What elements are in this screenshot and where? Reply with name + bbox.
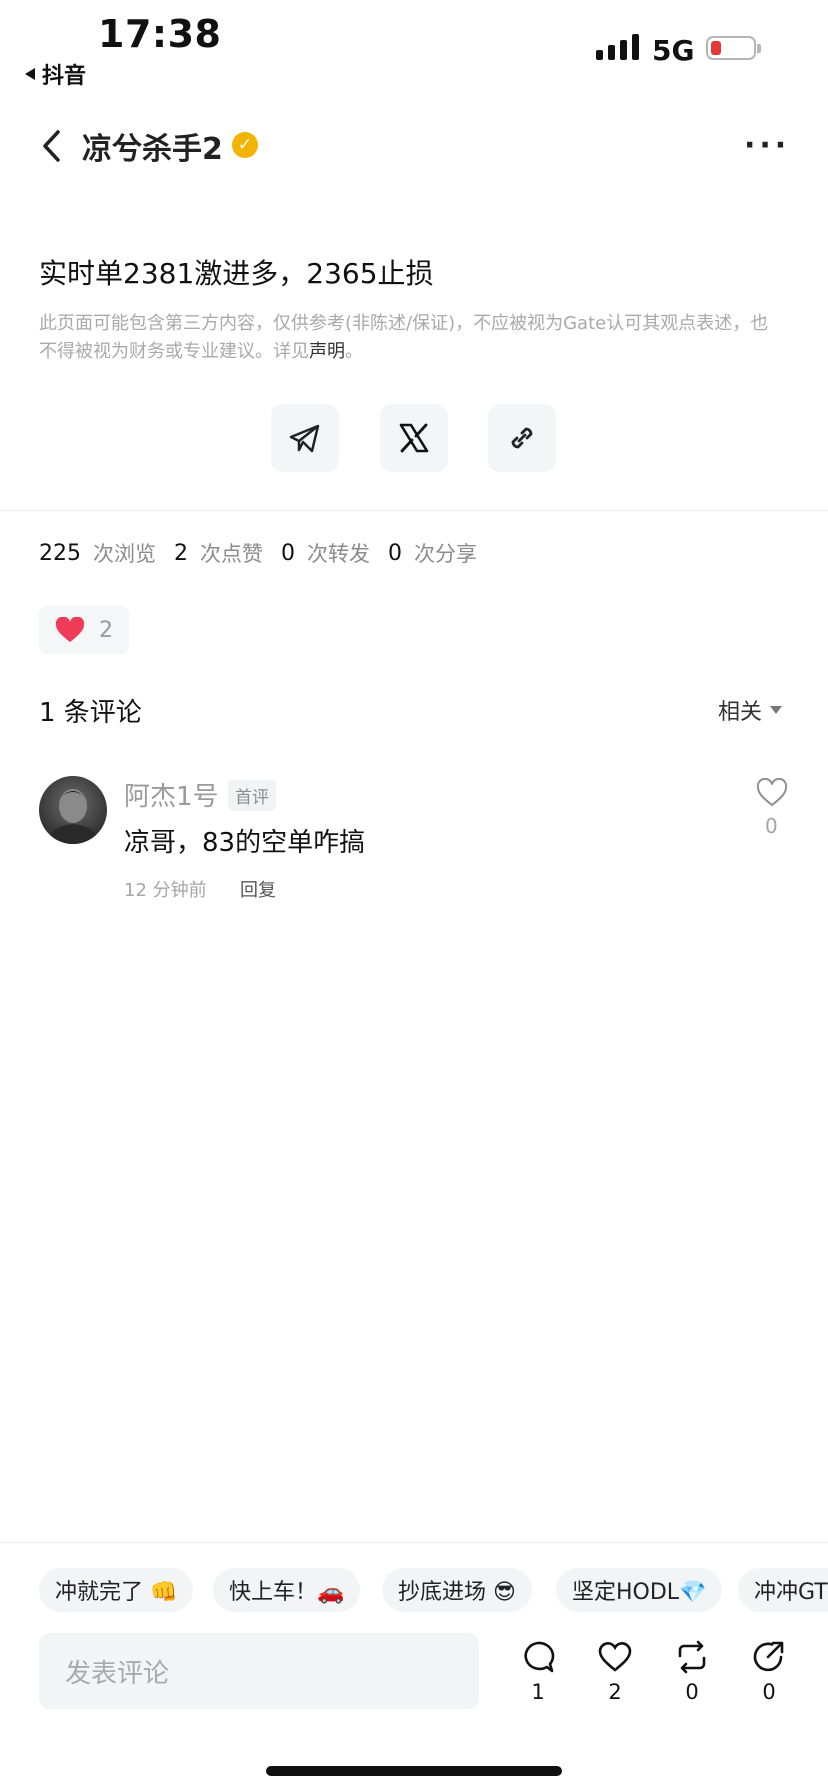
back-button[interactable] — [38, 126, 68, 166]
avatar-image — [47, 789, 99, 844]
repost-action-button[interactable]: 0 — [670, 1640, 714, 1704]
telegram-icon — [289, 424, 320, 453]
quick-reply-chip[interactable]: 冲就完了 👊 — [39, 1568, 194, 1612]
disclaimer-link[interactable]: 声明 — [309, 341, 345, 362]
views-label: 次浏览 — [93, 542, 156, 566]
verified-badge-icon: ✓ — [232, 132, 258, 158]
share-action-button[interactable]: 0 — [747, 1640, 791, 1704]
reposts-label: 次转发 — [307, 542, 370, 566]
comment-username[interactable]: 阿杰1号 — [124, 776, 219, 813]
caret-down-icon — [770, 706, 783, 714]
signal-icon — [596, 34, 639, 60]
comment-like-count: 0 — [765, 814, 778, 838]
reaction-pill[interactable]: 2 — [39, 606, 129, 654]
quick-reply-chip[interactable]: 坚定HODL💎 — [556, 1568, 723, 1612]
disclaimer-text: 此页面可能包含第三方内容，仅供参考(非陈述/保证)，不应被视为Gate认可其观点… — [39, 313, 769, 362]
reposts-count: 0 — [281, 540, 295, 566]
repost-action-count: 0 — [685, 1680, 699, 1704]
heart-outline-icon — [756, 777, 788, 807]
chevron-left-icon — [43, 130, 60, 162]
likes-count: 2 — [174, 540, 188, 566]
share-telegram-button[interactable] — [271, 404, 339, 472]
bottom-divider — [0, 1542, 828, 1543]
views-count: 225 — [39, 540, 81, 566]
quick-reply-chip[interactable]: 快上车！🚗 — [213, 1568, 361, 1612]
battery-icon — [706, 36, 761, 60]
more-dots-icon: ··· — [744, 128, 791, 163]
comment-text: 凉哥，83的空单咋搞 — [124, 828, 366, 858]
share-x-button[interactable] — [380, 404, 448, 472]
disclaimer: 此页面可能包含第三方内容，仅供参考(非陈述/保证)，不应被视为Gate认可其观点… — [39, 310, 779, 366]
comment-action-button[interactable]: 1 — [516, 1640, 560, 1704]
quick-reply-chip[interactable]: 冲冲GT — [738, 1568, 828, 1612]
quick-reply-chip[interactable]: 抄底进场 😎 — [382, 1568, 532, 1612]
reaction-count: 2 — [99, 617, 113, 643]
share-action-count: 0 — [762, 1680, 776, 1704]
repost-icon — [678, 1640, 706, 1674]
post-text: 实时单2381激进多，2365止损 — [39, 257, 434, 290]
link-icon — [511, 427, 533, 449]
first-comment-badge: 首评 — [228, 780, 276, 811]
more-button[interactable]: ··· — [744, 128, 790, 163]
sort-label: 相关 — [718, 700, 763, 725]
sort-dropdown[interactable]: 相关 — [718, 694, 783, 726]
comment-action-count: 1 — [531, 1680, 545, 1704]
comment-count-label: 1 条评论 — [39, 698, 142, 728]
shares-count: 0 — [388, 540, 402, 566]
shares-label: 次分享 — [414, 542, 477, 566]
share-icon — [753, 1641, 784, 1672]
x-icon — [399, 423, 429, 453]
home-indicator — [266, 1766, 562, 1776]
comment-bubble-icon — [524, 1641, 555, 1673]
back-to-app-button[interactable]: 抖音 — [24, 58, 86, 90]
like-action-button[interactable]: 2 — [593, 1640, 637, 1704]
like-action-count: 2 — [608, 1680, 622, 1704]
divider — [0, 510, 828, 511]
disclaimer-end: 。 — [345, 341, 363, 362]
back-triangle-icon — [24, 62, 36, 87]
heart-filled-icon — [55, 617, 85, 642]
status-time: 17:38 — [98, 12, 222, 56]
back-app-label: 抖音 — [42, 64, 87, 89]
comment-input[interactable]: 发表评论 — [39, 1633, 479, 1709]
heart-outline-icon — [598, 1642, 632, 1672]
author-name[interactable]: 凉兮杀手2 — [82, 124, 223, 168]
post-stats: 225 次浏览 2 次点赞 0 次转发 0 次分享 — [39, 538, 495, 568]
comment-like-button[interactable] — [756, 777, 788, 808]
copy-link-button[interactable] — [488, 404, 556, 472]
comment-time: 12 分钟前 — [124, 880, 207, 901]
likes-label: 次点赞 — [200, 542, 263, 566]
reply-button[interactable]: 回复 — [240, 876, 276, 902]
network-label: 5G — [652, 34, 695, 67]
avatar[interactable] — [39, 776, 107, 844]
